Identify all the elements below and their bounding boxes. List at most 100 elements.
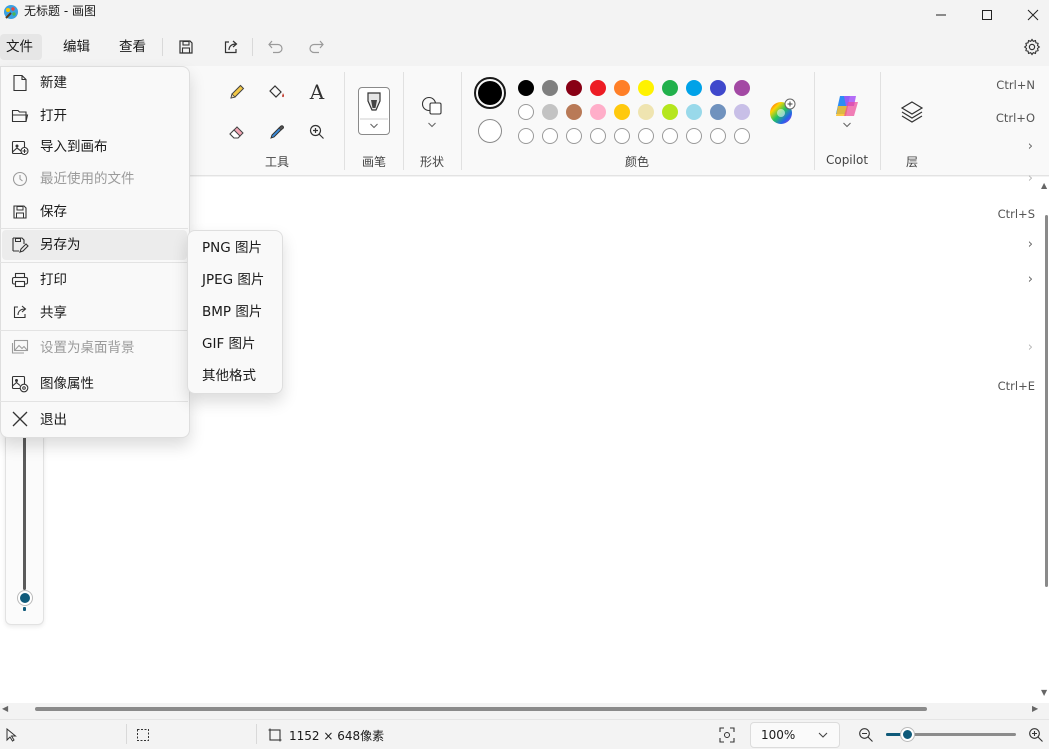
- scroll-down-arrow-icon[interactable]: ▼: [1041, 688, 1047, 697]
- quick-share-button[interactable]: [220, 36, 242, 58]
- scroll-right-arrow-icon[interactable]: ▶: [1032, 704, 1038, 713]
- file-menu-save-shortcut: Ctrl+S: [997, 207, 1035, 221]
- zoom-slider-handle[interactable]: [901, 728, 914, 741]
- save-icon: [179, 40, 193, 54]
- color-swatch[interactable]: [734, 104, 750, 120]
- secondary-color-button[interactable]: [478, 119, 502, 143]
- horizontal-scrollbar-thumb[interactable]: [35, 707, 927, 711]
- color-swatch[interactable]: [638, 104, 654, 120]
- maximize-button[interactable]: [964, 0, 1010, 30]
- zoom-level-dropdown[interactable]: 100%: [750, 722, 840, 748]
- fit-to-window-button[interactable]: [719, 727, 735, 747]
- file-menu-save-label: 保存: [40, 204, 67, 220]
- vertical-scrollbar-thumb[interactable]: [1045, 215, 1048, 587]
- menubar-divider: [252, 38, 253, 56]
- custom-color-slot[interactable]: [686, 128, 702, 144]
- edit-colors-button[interactable]: [767, 97, 797, 127]
- color-swatch[interactable]: [614, 104, 630, 120]
- color-swatch[interactable]: [686, 104, 702, 120]
- menu-edit[interactable]: 编辑: [57, 34, 96, 60]
- brush-icon: [360, 92, 388, 129]
- ribbon-divider: [461, 72, 462, 170]
- color-picker-tool[interactable]: [263, 118, 291, 146]
- magnifier-tool[interactable]: [303, 118, 331, 146]
- settings-button[interactable]: [1020, 35, 1044, 59]
- eraser-tool[interactable]: [223, 118, 251, 146]
- custom-color-slot[interactable]: [734, 128, 750, 144]
- primary-color-swatch: [478, 81, 502, 105]
- layers-button[interactable]: [899, 99, 925, 125]
- custom-color-slot[interactable]: [638, 128, 654, 144]
- color-swatch[interactable]: [710, 80, 726, 96]
- custom-color-slot[interactable]: [710, 128, 726, 144]
- zoom-in-button[interactable]: [1028, 727, 1044, 747]
- zoom-level-value: 100%: [761, 728, 796, 742]
- fit-screen-icon: [719, 727, 735, 743]
- color-swatch[interactable]: [518, 104, 534, 120]
- fill-tool[interactable]: [263, 78, 291, 106]
- color-swatch[interactable]: [662, 104, 678, 120]
- maximize-icon: [982, 10, 992, 20]
- text-tool-icon: A: [309, 80, 325, 104]
- color-swatch[interactable]: [566, 104, 582, 120]
- color-swatch[interactable]: [590, 80, 606, 96]
- brush-selector[interactable]: [358, 87, 390, 135]
- color-swatch[interactable]: [638, 80, 654, 96]
- scroll-up-arrow-icon[interactable]: ▲: [1041, 181, 1047, 190]
- color-swatch[interactable]: [518, 80, 534, 96]
- save-as-png[interactable]: PNG 图片: [202, 239, 262, 257]
- color-swatch[interactable]: [662, 80, 678, 96]
- pencil-icon: [230, 84, 245, 99]
- zoom-out-button[interactable]: [858, 727, 874, 747]
- file-menu-image-properties-label: 图像属性: [40, 376, 94, 392]
- primary-color-button[interactable]: [474, 77, 506, 109]
- custom-color-slot[interactable]: [614, 128, 630, 144]
- copilot-button[interactable]: [832, 92, 862, 132]
- undo-button[interactable]: [265, 36, 287, 58]
- chevron-right-icon: ›: [1027, 272, 1033, 287]
- paint-bucket-icon: [269, 85, 285, 98]
- canvas-size-text: 1152 × 648像素: [289, 729, 385, 743]
- color-swatch[interactable]: [710, 104, 726, 120]
- custom-color-slot[interactable]: [518, 128, 534, 144]
- brush-size-track[interactable]: [23, 425, 26, 590]
- color-swatch[interactable]: [542, 104, 558, 120]
- eyedropper-icon: [270, 125, 284, 139]
- minimize-button[interactable]: [918, 0, 964, 30]
- pencil-tool[interactable]: [223, 78, 251, 106]
- save-as-gif[interactable]: GIF 图片: [202, 335, 256, 353]
- text-tool[interactable]: A: [303, 78, 331, 106]
- color-swatch[interactable]: [734, 80, 750, 96]
- folder-open-icon: [10, 106, 30, 126]
- chevron-right-icon: ›: [1027, 237, 1033, 252]
- minimize-icon: [936, 14, 946, 16]
- save-as-other-formats[interactable]: 其他格式: [202, 367, 256, 385]
- custom-color-slot[interactable]: [662, 128, 678, 144]
- color-swatch[interactable]: [566, 80, 582, 96]
- shapes-selector[interactable]: [418, 92, 446, 132]
- color-swatch[interactable]: [686, 80, 702, 96]
- close-icon: [10, 409, 30, 429]
- color-swatch[interactable]: [542, 80, 558, 96]
- file-menu-new-shortcut: Ctrl+N: [996, 78, 1035, 92]
- share-icon: [224, 40, 238, 54]
- scroll-left-arrow-icon[interactable]: ◀: [2, 704, 8, 713]
- custom-color-slot[interactable]: [542, 128, 558, 144]
- save-as-bmp[interactable]: BMP 图片: [202, 303, 262, 321]
- color-swatch[interactable]: [590, 104, 606, 120]
- quick-save-button[interactable]: [175, 36, 197, 58]
- color-swatch[interactable]: [614, 80, 630, 96]
- menu-file[interactable]: 文件: [0, 34, 42, 60]
- clock-icon: [10, 169, 30, 189]
- pointer-position-icon: [5, 727, 17, 746]
- ribbon-divider: [814, 72, 815, 170]
- redo-button[interactable]: [305, 36, 327, 58]
- menu-separator: [0, 262, 188, 263]
- save-as-icon: [10, 235, 30, 255]
- close-button[interactable]: [1010, 0, 1049, 30]
- menu-view[interactable]: 查看: [113, 34, 152, 60]
- custom-color-slot[interactable]: [590, 128, 606, 144]
- save-as-jpeg[interactable]: JPEG 图片: [202, 271, 264, 289]
- brush-size-slider-handle[interactable]: [18, 591, 32, 605]
- custom-color-slot[interactable]: [566, 128, 582, 144]
